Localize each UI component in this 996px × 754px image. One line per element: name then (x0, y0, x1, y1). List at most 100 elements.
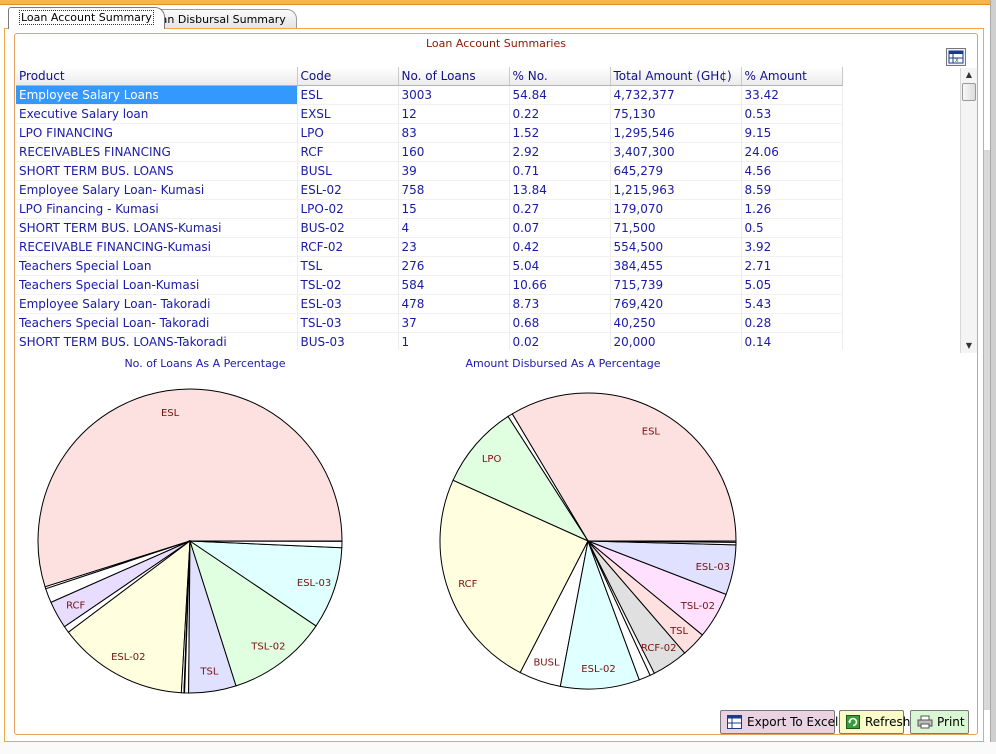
cell-code[interactable]: RCF (297, 142, 399, 162)
cell-pct-amount[interactable]: 8.59 (741, 180, 843, 200)
cell-no-of-loans[interactable]: 23 (398, 237, 510, 257)
cell-pct-amount[interactable]: 0.14 (741, 332, 843, 350)
cell-product[interactable]: Executive Salary loan (16, 104, 298, 124)
cell-pct-amount[interactable]: 5.43 (741, 294, 843, 314)
column-header-pct-no[interactable]: % No. (509, 67, 611, 86)
cell-product[interactable]: Teachers Special Loan-Kumasi (16, 275, 298, 295)
table-row[interactable]: Teachers Special Loan- Takoradi TSL-03 37 0… (16, 313, 843, 333)
cell-pct-no[interactable]: 0.02 (509, 332, 611, 350)
cell-product[interactable]: LPO Financing - Kumasi (16, 199, 298, 219)
cell-pct-no[interactable]: 5.04 (509, 256, 611, 276)
cell-total-amount[interactable]: 1,295,546 (610, 123, 742, 143)
cell-total-amount[interactable]: 1,215,963 (610, 180, 742, 200)
table-row[interactable]: SHORT TERM BUS. LOANS-Kumasi BUS-02 4 0.07 7… (16, 218, 843, 238)
cell-no-of-loans[interactable]: 12 (398, 104, 510, 124)
column-header-no-of-loans[interactable]: No. of Loans (398, 67, 510, 86)
cell-no-of-loans[interactable]: 758 (398, 180, 510, 200)
cell-code[interactable]: ESL (297, 85, 399, 105)
cell-product[interactable]: Employee Salary Loan- Takoradi (16, 294, 298, 314)
cell-product[interactable]: SHORT TERM BUS. LOANS-Takoradi (16, 332, 298, 350)
cell-pct-amount[interactable]: 24.06 (741, 142, 843, 162)
cell-pct-no[interactable]: 0.27 (509, 199, 611, 219)
cell-code[interactable]: TSL (297, 256, 399, 276)
export-to-excel-button[interactable]: Export To Excel (720, 710, 838, 734)
cell-pct-no[interactable]: 0.07 (509, 218, 611, 238)
table-row[interactable]: LPO FINANCING LPO 83 1.52 1,295,546 9.15 (16, 123, 843, 143)
table-row[interactable]: RECEIVABLES FINANCING RCF 160 2.92 3,407,300… (16, 142, 843, 162)
cell-product[interactable]: Employee Salary Loan- Kumasi (16, 180, 298, 200)
cell-pct-no[interactable]: 0.71 (509, 161, 611, 181)
cell-code[interactable]: EXSL (297, 104, 399, 124)
scroll-down-arrow-icon[interactable]: ▼ (961, 339, 977, 353)
cell-total-amount[interactable]: 769,420 (610, 294, 742, 314)
cell-no-of-loans[interactable]: 160 (398, 142, 510, 162)
cell-pct-amount[interactable]: 0.5 (741, 218, 843, 238)
column-header-total-amount[interactable]: Total Amount (GH¢) (610, 67, 742, 86)
cell-pct-no[interactable]: 8.73 (509, 294, 611, 314)
tab-loan-account-summary[interactable]: Loan Account Summary (8, 7, 165, 29)
column-header-product[interactable]: Product (16, 67, 298, 86)
cell-no-of-loans[interactable]: 83 (398, 123, 510, 143)
grid-export-icon[interactable]: x (946, 48, 966, 66)
cell-total-amount[interactable]: 20,000 (610, 332, 742, 350)
cell-no-of-loans[interactable]: 1 (398, 332, 510, 350)
cell-pct-no[interactable]: 0.22 (509, 104, 611, 124)
table-row[interactable]: SHORT TERM BUS. LOANS-Takoradi BUS-03 1 0.0… (16, 332, 843, 350)
cell-product[interactable]: LPO FINANCING (16, 123, 298, 143)
cell-product[interactable]: SHORT TERM BUS. LOANS-Kumasi (16, 218, 298, 238)
table-row[interactable]: RECEIVABLE FINANCING-Kumasi RCF-02 23 0.42 5… (16, 237, 843, 257)
cell-total-amount[interactable]: 715,739 (610, 275, 742, 295)
table-row[interactable]: Executive Salary loan EXSL 12 0.22 75,130 0.5… (16, 104, 843, 124)
cell-pct-amount[interactable]: 3.92 (741, 237, 843, 257)
cell-product[interactable]: Teachers Special Loan- Takoradi (16, 313, 298, 333)
cell-total-amount[interactable]: 384,455 (610, 256, 742, 276)
cell-pct-no[interactable]: 0.68 (509, 313, 611, 333)
cell-total-amount[interactable]: 3,407,300 (610, 142, 742, 162)
cell-no-of-loans[interactable]: 276 (398, 256, 510, 276)
cell-pct-amount[interactable]: 4.56 (741, 161, 843, 181)
cell-pct-no[interactable]: 2.92 (509, 142, 611, 162)
cell-code[interactable]: TSL-02 (297, 275, 399, 295)
cell-no-of-loans[interactable]: 37 (398, 313, 510, 333)
cell-pct-no[interactable]: 54.84 (509, 85, 611, 105)
cell-product[interactable]: Employee Salary Loans (16, 85, 298, 105)
cell-no-of-loans[interactable]: 584 (398, 275, 510, 295)
cell-total-amount[interactable]: 554,500 (610, 237, 742, 257)
loan-summary-grid[interactable]: Product Code No. of Loans % No. Total Am… (16, 67, 961, 350)
cell-product[interactable]: RECEIVABLES FINANCING (16, 142, 298, 162)
cell-no-of-loans[interactable]: 4 (398, 218, 510, 238)
cell-pct-no[interactable]: 1.52 (509, 123, 611, 143)
cell-total-amount[interactable]: 4,732,377 (610, 85, 742, 105)
cell-pct-no[interactable]: 0.42 (509, 237, 611, 257)
cell-code[interactable]: RCF-02 (297, 237, 399, 257)
cell-no-of-loans[interactable]: 3003 (398, 85, 510, 105)
cell-no-of-loans[interactable]: 39 (398, 161, 510, 181)
table-row[interactable]: Employee Salary Loan- Kumasi ESL-02 758 13.… (16, 180, 843, 200)
table-row[interactable]: Teachers Special Loan-Kumasi TSL-02 584 10.… (16, 275, 843, 295)
cell-pct-amount[interactable]: 33.42 (741, 85, 843, 105)
print-button[interactable]: Print (910, 710, 969, 734)
scroll-up-arrow-icon[interactable]: ▲ (961, 68, 977, 82)
table-row[interactable]: SHORT TERM BUS. LOANS BUSL 39 0.71 645,279 4.… (16, 161, 843, 181)
table-row[interactable]: Employee Salary Loan- Takoradi ESL-03 478 8… (16, 294, 843, 314)
table-row[interactable]: LPO Financing - Kumasi LPO-02 15 0.27 179,07… (16, 199, 843, 219)
refresh-button[interactable]: Refresh (839, 710, 910, 734)
cell-code[interactable]: BUSL (297, 161, 399, 181)
cell-no-of-loans[interactable]: 15 (398, 199, 510, 219)
cell-pct-no[interactable]: 10.66 (509, 275, 611, 295)
cell-total-amount[interactable]: 179,070 (610, 199, 742, 219)
cell-pct-amount[interactable]: 0.28 (741, 313, 843, 333)
cell-total-amount[interactable]: 40,250 (610, 313, 742, 333)
cell-code[interactable]: TSL-03 (297, 313, 399, 333)
cell-product[interactable]: SHORT TERM BUS. LOANS (16, 161, 298, 181)
grid-vertical-scrollbar[interactable]: ▲ ▼ (960, 68, 977, 353)
cell-code[interactable]: BUS-02 (297, 218, 399, 238)
cell-product[interactable]: Teachers Special Loan (16, 256, 298, 276)
cell-code[interactable]: BUS-03 (297, 332, 399, 350)
column-header-pct-amount[interactable]: % Amount (741, 67, 843, 86)
cell-pct-amount[interactable]: 9.15 (741, 123, 843, 143)
table-row[interactable]: Employee Salary Loans ESL 3003 54.84 4,732,3… (16, 85, 843, 105)
cell-code[interactable]: ESL-02 (297, 180, 399, 200)
cell-pct-amount[interactable]: 0.53 (741, 104, 843, 124)
cell-product[interactable]: RECEIVABLE FINANCING-Kumasi (16, 237, 298, 257)
